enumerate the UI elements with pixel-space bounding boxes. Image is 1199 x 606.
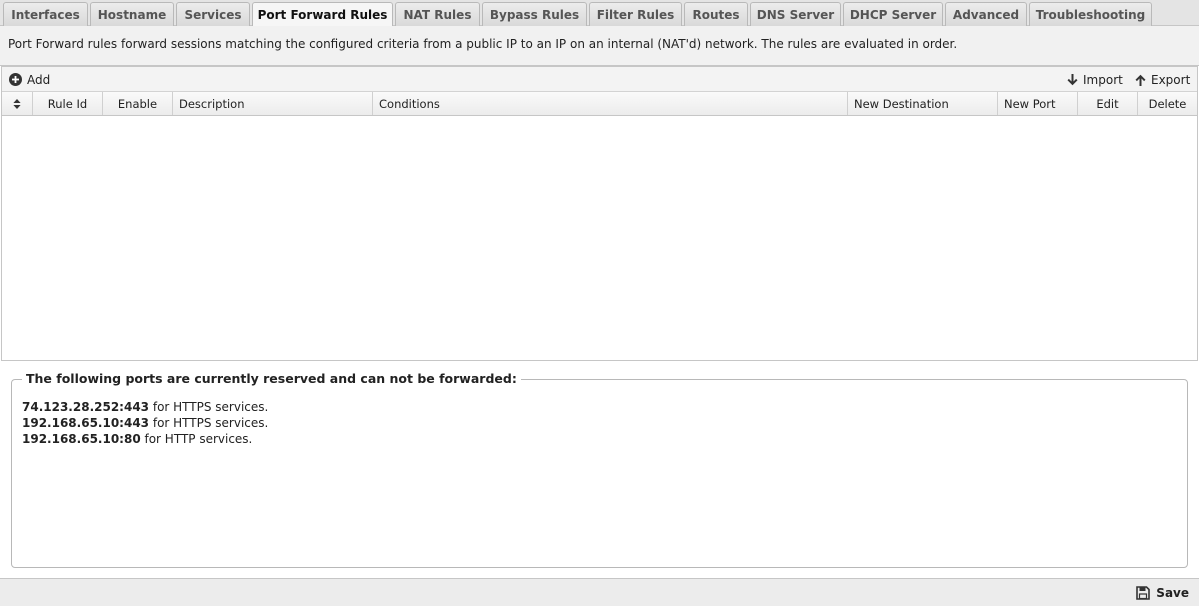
save-button[interactable]: Save [1136,579,1189,606]
reserved-address: 192.168.65.10:443 [22,416,150,430]
add-label: Add [27,72,51,87]
tab-hostname[interactable]: Hostname [90,2,174,26]
tab-bypass-rules[interactable]: Bypass Rules [482,2,587,26]
save-label: Save [1156,585,1189,600]
reserved-ports-legend: The following ports are currently reserv… [22,371,521,386]
sort-icon [13,98,21,109]
reserved-port-item: 74.123.28.252:443 for HTTPS services. [22,399,268,415]
tab-services[interactable]: Services [176,2,250,26]
reserved-ports-panel: The following ports are currently reserv… [11,371,1188,568]
reserved-address: 74.123.28.252:443 [22,400,150,414]
column-description[interactable]: Description [173,92,373,115]
footer-bar: Save [0,578,1199,606]
tab-bar: Interfaces Hostname Services Port Forwar… [0,0,1199,27]
tab-interfaces[interactable]: Interfaces [3,2,88,26]
tab-advanced[interactable]: Advanced [945,2,1027,26]
export-button[interactable]: Export [1135,67,1190,92]
export-label: Export [1151,72,1191,87]
tab-routes[interactable]: Routes [684,2,748,26]
add-button[interactable]: Add [9,67,50,92]
column-conditions[interactable]: Conditions [373,92,848,115]
column-edit[interactable]: Edit [1078,92,1138,115]
plus-circle-icon [9,73,22,86]
column-rule-id[interactable]: Rule Id [33,92,103,115]
arrow-down-icon [1067,73,1078,86]
reserved-ports-list: 74.123.28.252:443 for HTTPS services. 19… [22,399,268,447]
tab-troubleshooting[interactable]: Troubleshooting [1029,2,1152,26]
column-new-port[interactable]: New Port [998,92,1078,115]
import-button[interactable]: Import [1067,67,1123,92]
grid-header: Rule Id Enable Description Conditions Ne… [2,92,1197,116]
reserved-suffix: for HTTPS services. [149,400,269,414]
tab-dns-server[interactable]: DNS Server [750,2,841,26]
reserved-port-item: 192.168.65.10:443 for HTTPS services. [22,415,268,431]
reorder-column-header[interactable] [2,92,33,115]
floppy-disk-icon [1136,585,1151,600]
tab-filter-rules[interactable]: Filter Rules [589,2,682,26]
column-new-destination[interactable]: New Destination [848,92,998,115]
page-description: Port Forward rules forward sessions matc… [0,26,1199,66]
column-enable[interactable]: Enable [103,92,173,115]
tab-nat-rules[interactable]: NAT Rules [395,2,480,26]
reserved-address: 192.168.65.10:80 [22,432,141,446]
grid-toolbar: Add Import Export [2,67,1197,92]
arrow-up-icon [1135,74,1146,86]
tab-port-forward-rules[interactable]: Port Forward Rules [252,2,393,27]
reserved-suffix: for HTTPS services. [149,416,269,430]
reserved-suffix: for HTTP services. [140,432,253,446]
rules-grid: Add Import Export Rule Id Enable Descrip… [1,66,1198,361]
import-label: Import [1083,72,1123,87]
reserved-port-item: 192.168.65.10:80 for HTTP services. [22,431,268,447]
tab-dhcp-server[interactable]: DHCP Server [843,2,943,26]
grid-body [2,116,1197,360]
column-delete[interactable]: Delete [1138,92,1197,115]
